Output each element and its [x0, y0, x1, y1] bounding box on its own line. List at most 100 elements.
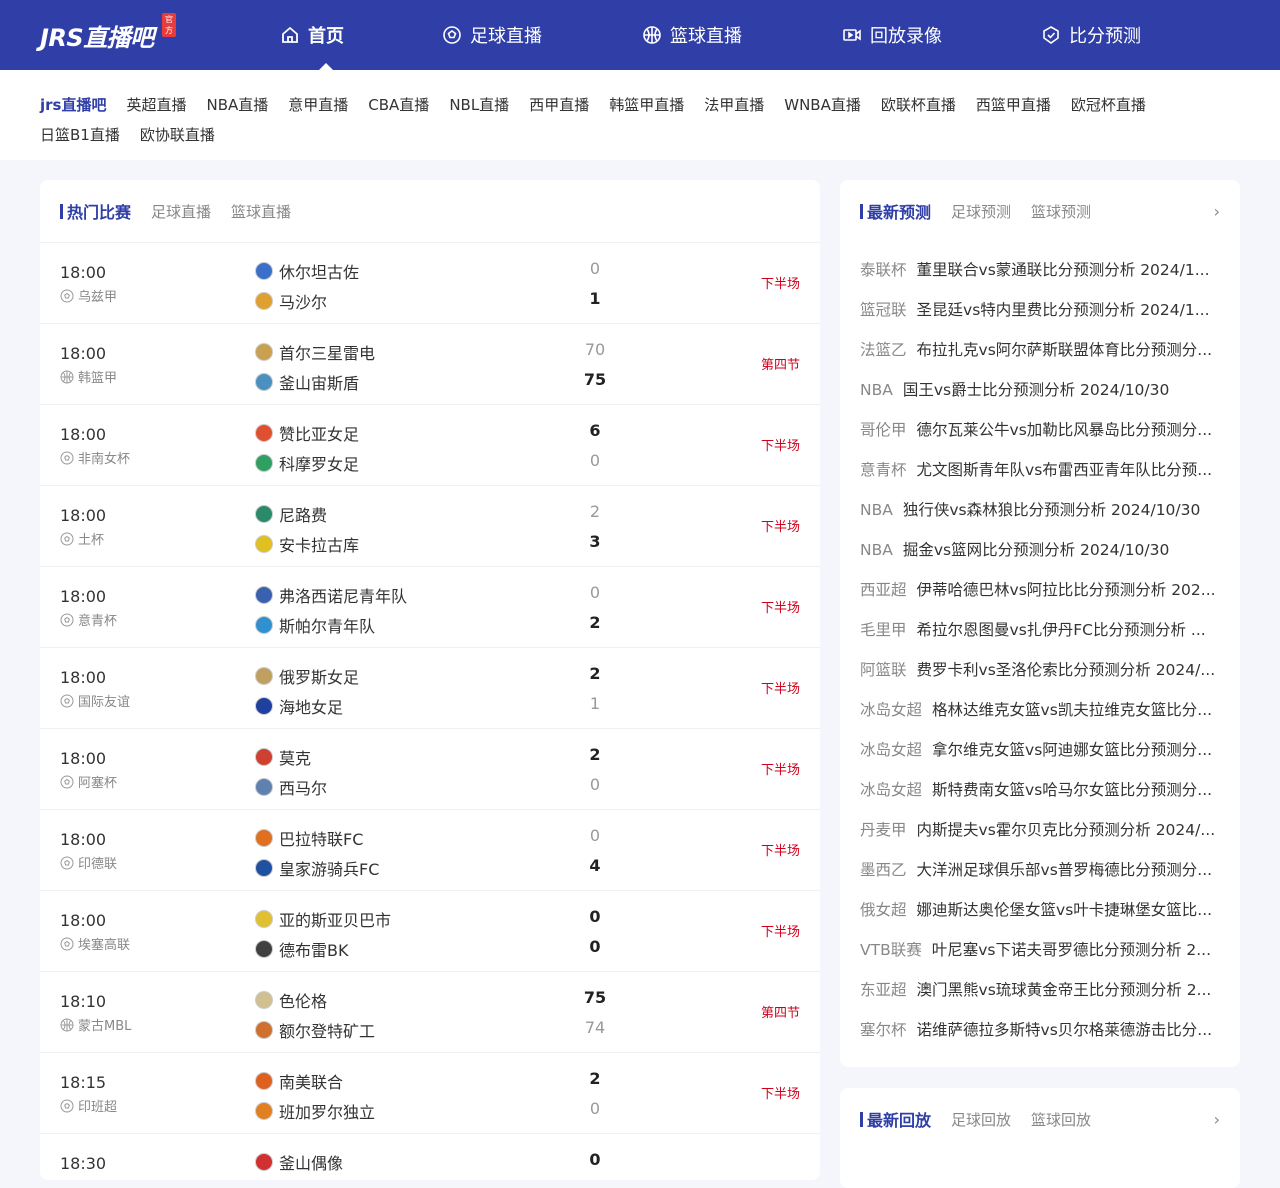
- subnav-link[interactable]: 欧联杯直播: [881, 94, 956, 115]
- chevron-right-icon[interactable]: ›: [1214, 1110, 1220, 1129]
- subnav-link[interactable]: WNBA直播: [784, 94, 861, 115]
- site-logo[interactable]: JRS直播吧 官方: [40, 13, 176, 53]
- match-row[interactable]: 18:00 韩篮甲 首尔三星雷电 釜山宙斯盾 70 75 第四节: [40, 323, 820, 404]
- home-team[interactable]: 休尔坦古佐: [255, 259, 359, 283]
- subnav-link[interactable]: 欧冠杯直播: [1071, 94, 1146, 115]
- home-team[interactable]: 尼路费: [255, 502, 327, 526]
- nav-label: 篮球直播: [670, 26, 742, 47]
- prediction-item[interactable]: 冰岛女超 拿尔维克女篮vs阿迪娜女篮比分预测分...: [860, 738, 1220, 760]
- prediction-item[interactable]: 阿篮联 费罗卡利vs圣洛伦索比分预测分析 2024/...: [860, 658, 1220, 680]
- match-row[interactable]: 18:30 釜山偶像 0: [40, 1133, 820, 1180]
- prediction-league: 阿篮联: [860, 661, 907, 679]
- subnav-link[interactable]: 韩篮甲直播: [609, 94, 684, 115]
- home-team[interactable]: 釜山偶像: [255, 1150, 343, 1174]
- match-row[interactable]: 18:15 印班超 南美联合 班加罗尔独立 2 0 下半场: [40, 1052, 820, 1133]
- match-row[interactable]: 18:00 意青杯 弗洛西诺尼青年队 斯帕尔青年队 0 2 下半场: [40, 566, 820, 647]
- team-logo-icon: [255, 829, 273, 847]
- prediction-item[interactable]: 冰岛女超 斯特费南女篮vs哈马尔女篮比分预测分...: [860, 778, 1220, 800]
- home-team[interactable]: 南美联合: [255, 1069, 343, 1093]
- chevron-right-icon[interactable]: ›: [1214, 202, 1220, 221]
- prediction-item[interactable]: 丹麦甲 内斯提夫vs霍尔贝克比分预测分析 2024/...: [860, 818, 1220, 840]
- predictions-header: 最新预测 足球预测 篮球预测 ›: [840, 180, 1240, 242]
- nav-home[interactable]: 首页: [280, 23, 344, 47]
- prediction-item[interactable]: 哥伦甲 德尔瓦莱公牛vs加勒比风暴岛比分预测分...: [860, 418, 1220, 440]
- prediction-item[interactable]: 泰联杯 董里联合vs蒙通联比分预测分析 2024/1...: [860, 258, 1220, 280]
- subnav-link[interactable]: CBA直播: [368, 94, 429, 115]
- away-team[interactable]: 安卡拉古库: [255, 532, 359, 556]
- football-icon: [60, 694, 74, 707]
- prediction-item[interactable]: 冰岛女超 格林达维克女篮vs凯夫拉维克女篮比分...: [860, 698, 1220, 720]
- home-team[interactable]: 莫克: [255, 745, 311, 769]
- prediction-league: 东亚超: [860, 981, 907, 999]
- away-team[interactable]: 海地女足: [255, 694, 343, 718]
- tab-football-live[interactable]: 足球直播: [151, 201, 211, 222]
- match-row[interactable]: 18:00 非南女杯 赞比亚女足 科摩罗女足 6 0 下半场: [40, 404, 820, 485]
- tab-basketball-replay[interactable]: 篮球回放: [1031, 1109, 1091, 1130]
- nav-prediction[interactable]: 比分预测: [1041, 23, 1141, 47]
- subnav-link[interactable]: NBA直播: [206, 94, 268, 115]
- away-team[interactable]: 德布雷BK: [255, 937, 348, 961]
- prediction-item[interactable]: NBA 独行侠vs森林狼比分预测分析 2024/10/30: [860, 498, 1220, 520]
- active-nav-caret: [319, 63, 333, 70]
- subnav-link[interactable]: 意甲直播: [288, 94, 348, 115]
- tab-football-replay[interactable]: 足球回放: [951, 1109, 1011, 1130]
- match-row[interactable]: 18:00 国际友谊 俄罗斯女足 海地女足 2 1 下半场: [40, 647, 820, 728]
- nav-basketball[interactable]: 篮球直播: [642, 23, 742, 47]
- match-row[interactable]: 18:00 印德联 巴拉特联FC 皇家游骑兵FC 0 4 下半场: [40, 809, 820, 890]
- away-team[interactable]: 额尔登特矿工: [255, 1018, 375, 1042]
- away-team[interactable]: 班加罗尔独立: [255, 1099, 375, 1123]
- home-team[interactable]: 赞比亚女足: [255, 421, 359, 445]
- prediction-item[interactable]: 西亚超 伊蒂哈德巴林vs阿拉比比分预测分析 202...: [860, 578, 1220, 600]
- home-score: 0: [589, 259, 601, 278]
- match-row[interactable]: 18:00 乌兹甲 休尔坦古佐 马沙尔 0 1 下半场: [40, 242, 820, 323]
- nav-label: 回放录像: [870, 26, 942, 47]
- prediction-item[interactable]: 篮冠联 圣昆廷vs特内里费比分预测分析 2024/1...: [860, 298, 1220, 320]
- away-team[interactable]: 釜山宙斯盾: [255, 370, 359, 394]
- away-score: 0: [589, 1099, 601, 1118]
- tab-basketball-live[interactable]: 篮球直播: [231, 201, 291, 222]
- subnav-link[interactable]: 英超直播: [126, 94, 186, 115]
- replays-title[interactable]: 最新回放: [867, 1107, 931, 1131]
- home-team[interactable]: 巴拉特联FC: [255, 826, 363, 850]
- prediction-item[interactable]: 法篮乙 布拉扎克vs阿尔萨斯联盟体育比分预测分...: [860, 338, 1220, 360]
- predictions-title[interactable]: 最新预测: [867, 199, 931, 223]
- subnav-link[interactable]: 西甲直播: [529, 94, 589, 115]
- hot-matches-title[interactable]: 热门比赛: [67, 199, 131, 223]
- tab-football-prediction[interactable]: 足球预测: [951, 201, 1011, 222]
- away-team[interactable]: 西马尔: [255, 775, 327, 799]
- home-team[interactable]: 首尔三星雷电: [255, 340, 375, 364]
- team-name: 德布雷BK: [279, 941, 349, 960]
- prediction-item[interactable]: 毛里甲 希拉尔恩图曼vs扎伊丹FC比分预测分析 ...: [860, 618, 1220, 640]
- prediction-item[interactable]: 意青杯 尤文图斯青年队vs布雷西亚青年队比分预...: [860, 458, 1220, 480]
- away-team[interactable]: 马沙尔: [255, 289, 327, 313]
- subnav-link[interactable]: 日篮B1直播: [40, 124, 120, 145]
- prediction-item[interactable]: 俄女超 娜迪斯达奥伦堡女篮vs叶卡捷琳堡女篮比...: [860, 898, 1220, 920]
- match-row[interactable]: 18:00 埃塞高联 亚的斯亚贝巴市 德布雷BK 0 0 下半场: [40, 890, 820, 971]
- subnav-link[interactable]: 西篮甲直播: [976, 94, 1051, 115]
- subnav-link[interactable]: 法甲直播: [704, 94, 764, 115]
- prediction-item[interactable]: VTB联赛 叶尼塞vs下诺夫哥罗德比分预测分析 2...: [860, 938, 1220, 960]
- home-team[interactable]: 弗洛西诺尼青年队: [255, 583, 407, 607]
- nav-football[interactable]: 足球直播: [442, 23, 542, 47]
- away-team[interactable]: 皇家游骑兵FC: [255, 856, 379, 880]
- prediction-item[interactable]: 塞尔杯 诺维萨德拉多斯特vs贝尔格莱德游击比分...: [860, 1018, 1220, 1040]
- subnav-link[interactable]: NBL直播: [449, 94, 509, 115]
- home-team[interactable]: 俄罗斯女足: [255, 664, 359, 688]
- home-team[interactable]: 色伦格: [255, 988, 327, 1012]
- prediction-title: 圣昆廷vs特内里费比分预测分析 2024/1...: [916, 301, 1210, 319]
- prediction-title: 诺维萨德拉多斯特vs贝尔格莱德游击比分...: [916, 1021, 1213, 1039]
- match-row[interactable]: 18:10 蒙古MBL 色伦格 额尔登特矿工 75 74 第四节: [40, 971, 820, 1052]
- away-team[interactable]: 科摩罗女足: [255, 451, 359, 475]
- away-team[interactable]: 斯帕尔青年队: [255, 613, 375, 637]
- match-row[interactable]: 18:00 土杯 尼路费 安卡拉古库 2 3 下半场: [40, 485, 820, 566]
- prediction-item[interactable]: NBA 掘金vs篮网比分预测分析 2024/10/30: [860, 538, 1220, 560]
- nav-replay[interactable]: 回放录像: [842, 23, 942, 47]
- subnav-link[interactable]: 欧协联直播: [140, 124, 215, 145]
- match-row[interactable]: 18:00 阿塞杯 莫克 西马尔 2 0 下半场: [40, 728, 820, 809]
- prediction-item[interactable]: NBA 国王vs爵士比分预测分析 2024/10/30: [860, 378, 1220, 400]
- prediction-item[interactable]: 东亚超 澳门黑熊vs琉球黄金帝王比分预测分析 2...: [860, 978, 1220, 1000]
- prediction-item[interactable]: 墨西乙 大洋洲足球俱乐部vs普罗梅德比分预测分...: [860, 858, 1220, 880]
- home-team[interactable]: 亚的斯亚贝巴市: [255, 907, 391, 931]
- tab-basketball-prediction[interactable]: 篮球预测: [1031, 201, 1091, 222]
- subnav-link[interactable]: jrs直播吧: [40, 94, 106, 115]
